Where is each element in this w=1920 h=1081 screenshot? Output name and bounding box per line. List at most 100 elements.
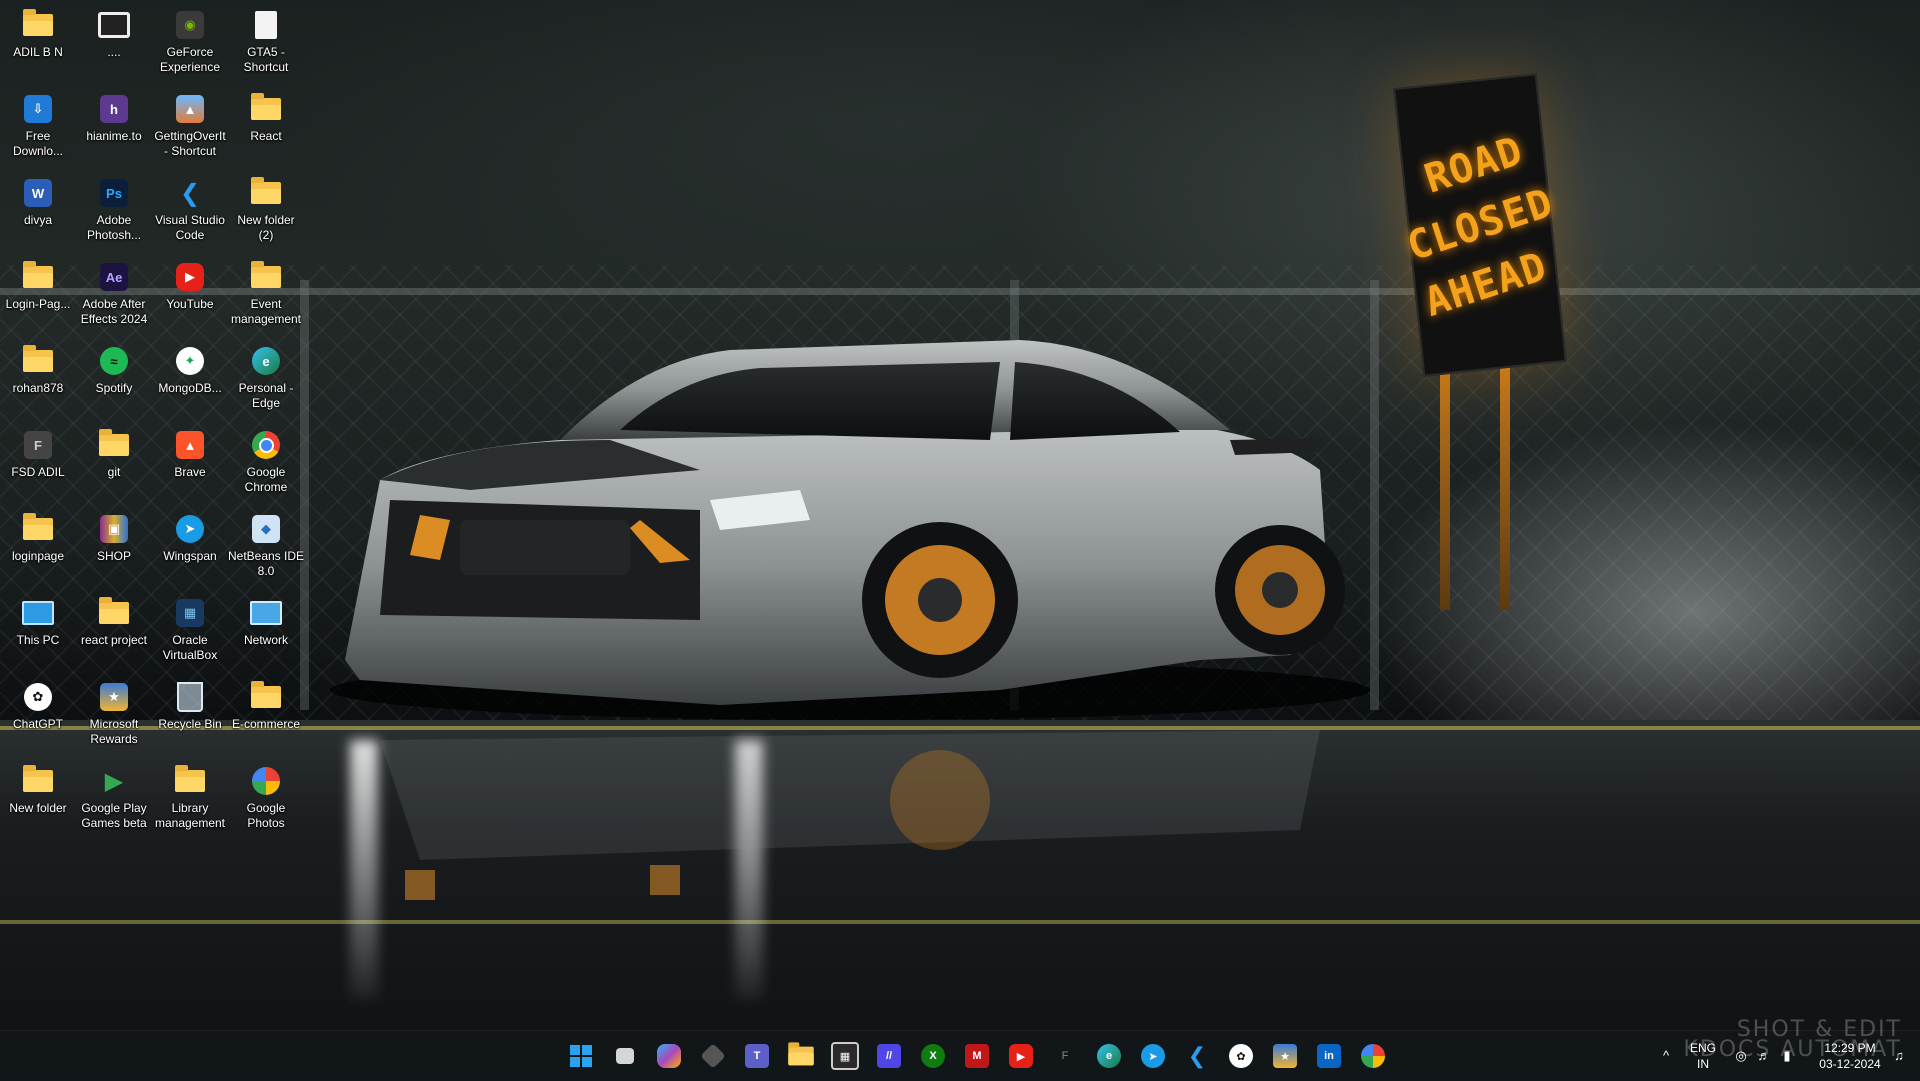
xbox-icon[interactable]: X: [917, 1040, 949, 1072]
desktop-icon-label: New folder: [9, 801, 67, 815]
desktop-icon[interactable]: ▲ GettingOverIt - Shortcut: [153, 86, 227, 166]
task-view-icon[interactable]: [609, 1040, 641, 1072]
desktop-icon[interactable]: Event management: [229, 254, 303, 334]
desktop-icon[interactable]: Google Photos: [229, 758, 303, 838]
folder-icon: [249, 176, 283, 210]
desktop-icon-label: git: [107, 465, 121, 479]
monitor-icon: [97, 8, 131, 42]
download-app-icon: ⇩: [21, 92, 55, 126]
desktop-icon-label: Spotify: [95, 381, 133, 395]
desktop-icon-label: Recycle Bin: [158, 717, 222, 731]
screenshot-watermark: SHOT & EDIT KDOCS AUTOMAT: [1683, 1019, 1902, 1061]
wingspan-icon[interactable]: ➤: [1137, 1040, 1169, 1072]
desktop-icon[interactable]: ✦ MongoDB...: [153, 338, 227, 418]
desktop-icon[interactable]: Login-Pag...: [1, 254, 75, 334]
desktop-icon[interactable]: ▦ Oracle VirtualBox: [153, 590, 227, 670]
mcafee-icon[interactable]: M: [961, 1040, 993, 1072]
fsd-shortcut-icon[interactable]: F: [1049, 1040, 1081, 1072]
desktop-icon[interactable]: e Personal - Edge: [229, 338, 303, 418]
desktop-icon-label: Personal - Edge: [238, 381, 294, 410]
desktop-icon-label: Visual Studio Code: [155, 213, 225, 242]
notes-icon[interactable]: //: [873, 1040, 905, 1072]
chrome-icon: [249, 428, 283, 462]
desktop-icon[interactable]: react project: [77, 590, 151, 670]
desktop-icon-label: Wingspan: [163, 549, 217, 563]
chatgpt-icon[interactable]: ✿: [1225, 1040, 1257, 1072]
vscode-icon: ❮: [179, 179, 201, 207]
desktop-icon[interactable]: ❮ Visual Studio Code: [153, 170, 227, 250]
desktop-icon-label: Oracle VirtualBox: [162, 633, 218, 662]
desktop-icon[interactable]: ◉ GeForce Experience: [153, 2, 227, 82]
play-games-icon: ▶: [104, 767, 124, 795]
rewards-icon[interactable]: ★: [1269, 1040, 1301, 1072]
google-photos-icon[interactable]: [1357, 1040, 1389, 1072]
desktop-icon[interactable]: Network: [229, 590, 303, 670]
folder-icon: [173, 764, 207, 798]
copilot-icon[interactable]: [653, 1040, 685, 1072]
desktop-icon[interactable]: ≈ Spotify: [77, 338, 151, 418]
desktop-icon[interactable]: New folder: [1, 758, 75, 838]
taskbar: ^ ENG IN ◎ ♬ ▮ 12:29 PM 03-12-2024 ♫ T ▦ /…: [0, 1030, 1920, 1081]
linkedin-icon[interactable]: in: [1313, 1040, 1345, 1072]
desktop-icon-label: react project: [80, 633, 148, 647]
desktop-icon-label: E-commerce: [231, 717, 300, 731]
brave-icon: ▲: [173, 428, 207, 462]
wingspan-icon: ➤: [173, 512, 207, 546]
desktop-icon[interactable]: E-commerce: [229, 674, 303, 754]
desktop-icon-label: Free Downlo...: [12, 129, 64, 158]
google-photos-icon: [249, 764, 283, 798]
desktop-icon[interactable]: Wdivya: [1, 170, 75, 250]
desktop-icon[interactable]: git: [77, 422, 151, 502]
desktop-icon[interactable]: ▲ Brave: [153, 422, 227, 502]
start-icon[interactable]: [565, 1040, 597, 1072]
teams-icon[interactable]: T: [741, 1040, 773, 1072]
desktop-icon[interactable]: Library management: [153, 758, 227, 838]
file-shortcut-icon: F: [21, 428, 55, 462]
network-icon: [249, 596, 283, 630]
desktop-icon-label: loginpage: [11, 549, 65, 563]
desktop-icon[interactable]: Ae Adobe After Effects 2024: [77, 254, 151, 334]
file-explorer-icon[interactable]: [785, 1040, 817, 1072]
vscode-icon[interactable]: ❮: [1181, 1040, 1213, 1072]
desktop-icon[interactable]: Google Chrome: [229, 422, 303, 502]
store-icon[interactable]: ▦: [829, 1040, 861, 1072]
desktop-icon[interactable]: ....: [77, 2, 151, 82]
desktop-icon[interactable]: This PC: [1, 590, 75, 670]
youtube-icon: ▶: [173, 260, 207, 294]
desktop-icon[interactable]: F FSD ADIL: [1, 422, 75, 502]
desktop-icon-label: Library management: [154, 801, 226, 830]
desktop-icon[interactable]: ➤ Wingspan: [153, 506, 227, 586]
widgets-icon[interactable]: [697, 1040, 729, 1072]
desktop-icon[interactable]: ▶ Google Play Games beta: [77, 758, 151, 838]
desktop-icon[interactable]: ⇩ Free Downlo...: [1, 86, 75, 166]
edge-icon[interactable]: e: [1093, 1040, 1125, 1072]
desktop-icon[interactable]: Ps Adobe Photosh...: [77, 170, 151, 250]
desktop-icon[interactable]: ✿ ChatGPT: [1, 674, 75, 754]
desktop-icon[interactable]: New folder (2): [229, 170, 303, 250]
desktop-icon-label: FSD ADIL: [11, 465, 65, 479]
desktop-icon-label: ChatGPT: [12, 717, 63, 731]
desktop-icon[interactable]: React: [229, 86, 303, 166]
show-hidden-icons-chevron-icon[interactable]: ^: [1657, 1048, 1675, 1064]
desktop-icon-label: Event management: [230, 297, 302, 326]
desktop-icon-label: React: [250, 129, 282, 143]
folder-icon: [21, 344, 55, 378]
geforce-icon: ◉: [173, 8, 207, 42]
desktop-icon[interactable]: ▶ YouTube: [153, 254, 227, 334]
desktop-icon[interactable]: ADIL B N: [1, 2, 75, 82]
desktop-icon[interactable]: ★ Microsoft Rewards: [77, 674, 151, 754]
desktop-icon-label: ....: [107, 45, 121, 59]
youtube-icon[interactable]: ▶: [1005, 1040, 1037, 1072]
desktop-icon[interactable]: rohan878: [1, 338, 75, 418]
folder-icon: [97, 428, 131, 462]
desktop-icon-label: GettingOverIt - Shortcut: [154, 129, 226, 158]
after-effects-icon: Ae: [97, 260, 131, 294]
chatgpt-icon: ✿: [21, 680, 55, 714]
desktop-icon-label: Google Photos: [246, 801, 286, 830]
desktop-icon[interactable]: Recycle Bin: [153, 674, 227, 754]
desktop-icon[interactable]: loginpage: [1, 506, 75, 586]
desktop-icon[interactable]: h hianime.to: [77, 86, 151, 166]
desktop-icon[interactable]: ◆ NetBeans IDE 8.0: [228, 506, 304, 586]
desktop-icon[interactable]: ▣ SHOP: [77, 506, 151, 586]
desktop-icon[interactable]: GTA5 - Shortcut: [229, 2, 303, 82]
